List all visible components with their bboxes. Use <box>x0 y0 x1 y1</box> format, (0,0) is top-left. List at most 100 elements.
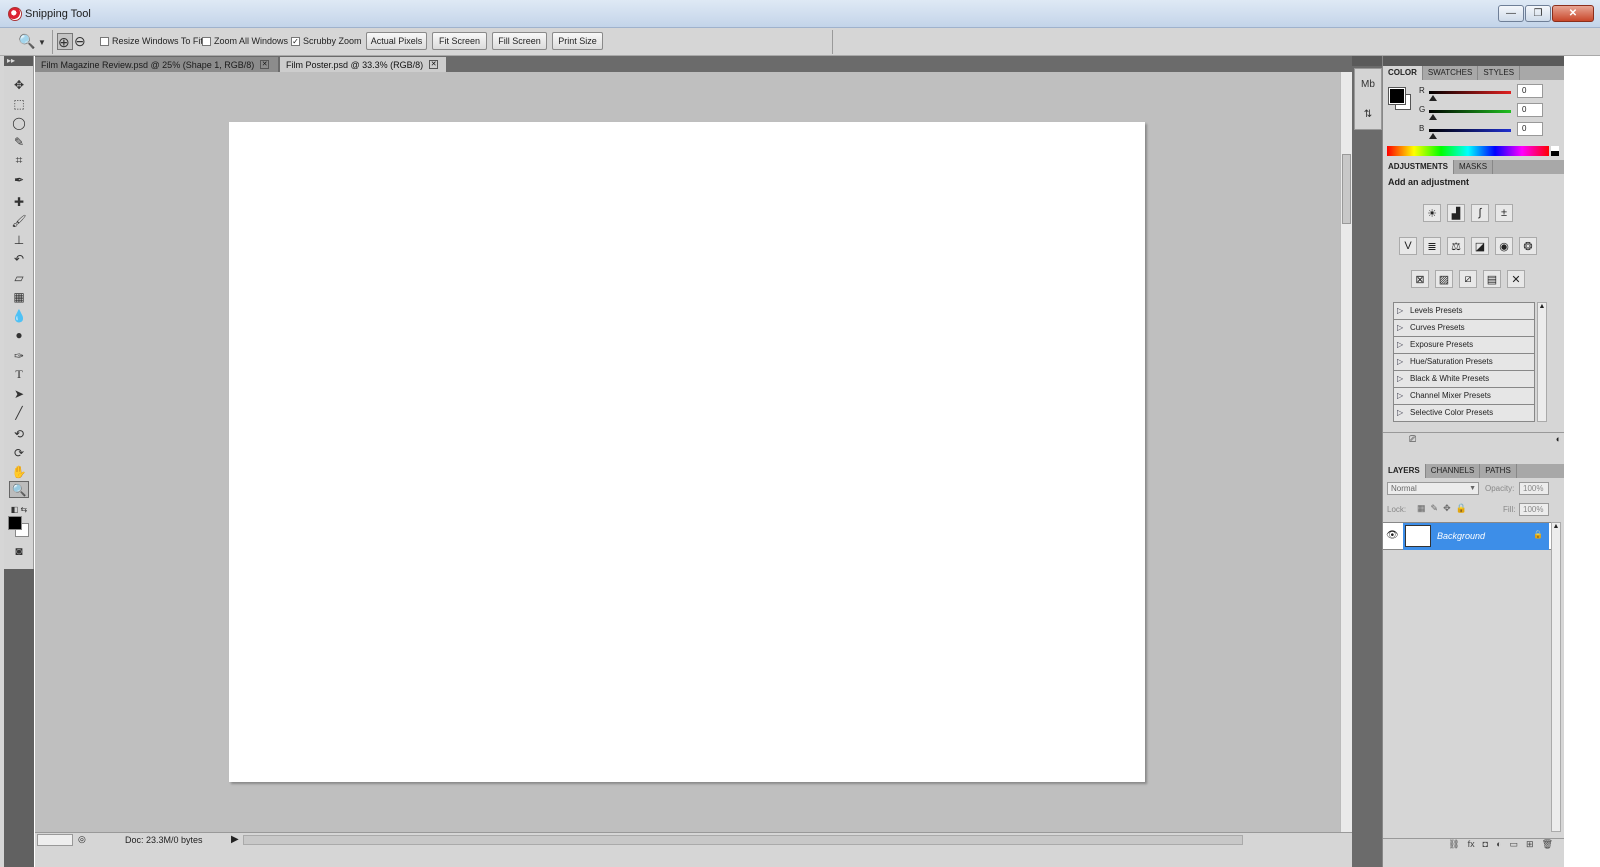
zoom-level-field[interactable] <box>37 834 73 846</box>
dodge-tool-icon[interactable]: ● <box>9 326 29 343</box>
slider-track[interactable] <box>1429 110 1511 113</box>
blur-tool-icon[interactable]: 💧 <box>9 307 29 324</box>
new-group-icon[interactable]: ▭ <box>1510 839 1519 852</box>
selective-color-icon[interactable]: ✕ <box>1507 270 1525 288</box>
link-layers-icon[interactable]: ⛓ <box>1448 839 1459 852</box>
quick-mask-icon[interactable]: ◙ <box>9 542 29 559</box>
exposure-icon[interactable]: ± <box>1495 204 1513 222</box>
vertical-scrollbar[interactable] <box>1340 72 1352 832</box>
visibility-eye-icon[interactable]: 👁 <box>1386 530 1399 541</box>
mini-bridge-icon[interactable]: Mb <box>1355 69 1381 99</box>
layers-scrollbar[interactable]: ▲ <box>1551 522 1561 832</box>
layer-row[interactable]: 👁 Background 🔒 <box>1383 522 1551 550</box>
print-size-button[interactable]: Print Size <box>552 32 603 50</box>
lock-transparency-icon[interactable]: ▦ <box>1417 503 1426 514</box>
channel-value[interactable]: 0 <box>1517 122 1543 136</box>
tab-film-poster[interactable]: Film Poster.psd @ 33.3% (RGB/8) ✕ <box>280 57 446 72</box>
status-menu-arrow-icon[interactable]: ▶ <box>231 834 239 845</box>
path-selection-tool-icon[interactable]: ➤ <box>9 385 29 402</box>
resize-windows-checkbox[interactable]: Resize Windows To Fit <box>100 36 203 46</box>
close-button[interactable]: ✕ <box>1552 5 1594 22</box>
brush-tool-icon[interactable]: 🖌 <box>9 212 29 229</box>
dock-header[interactable] <box>1352 56 1382 66</box>
layer-thumbnail[interactable] <box>1405 525 1431 547</box>
channel-value[interactable]: 0 <box>1517 84 1543 98</box>
levels-icon[interactable]: ▟ <box>1447 204 1465 222</box>
document-canvas[interactable] <box>229 122 1145 782</box>
checkbox-box[interactable] <box>100 36 109 46</box>
list-item[interactable]: Channel Mixer Presets <box>1394 388 1534 405</box>
healing-brush-tool-icon[interactable]: ✚ <box>9 193 29 210</box>
presets-scrollbar[interactable]: ▲ <box>1537 302 1547 422</box>
horizontal-scrollbar[interactable] <box>243 835 1243 845</box>
crop-tool-icon[interactable]: ⌗ <box>9 152 29 169</box>
zoom-in-icon[interactable]: ⊕ <box>57 33 73 50</box>
marquee-tool-icon[interactable]: ⬚ <box>9 95 29 112</box>
posterize-icon[interactable]: ▨ <box>1435 270 1453 288</box>
tab-adjustments[interactable]: ADJUSTMENTS <box>1383 160 1455 174</box>
tab-film-magazine-review[interactable]: Film Magazine Review.psd @ 25% (Shape 1,… <box>35 57 278 72</box>
black-white-ramp[interactable] <box>1551 146 1559 156</box>
tab-styles[interactable]: STYLES <box>1478 66 1521 80</box>
new-layer-icon[interactable]: ⊞ <box>1526 839 1534 852</box>
line-tool-icon[interactable]: ╱ <box>9 404 29 421</box>
vibrance-icon[interactable]: V <box>1399 237 1417 255</box>
list-item[interactable]: Hue/Saturation Presets <box>1394 354 1534 371</box>
list-item[interactable]: Levels Presets <box>1394 303 1534 320</box>
lock-all-icon[interactable]: 🔒 <box>1456 503 1467 514</box>
slider-knob[interactable] <box>1429 114 1437 120</box>
tab-layers[interactable]: LAYERS <box>1383 464 1426 478</box>
layer-style-icon[interactable]: fx <box>1468 839 1475 852</box>
color-spectrum[interactable] <box>1387 146 1549 156</box>
list-item[interactable]: Curves Presets <box>1394 320 1534 337</box>
slider-track[interactable] <box>1429 91 1511 94</box>
canvas-area[interactable] <box>35 72 1340 832</box>
blend-mode-select[interactable]: Normal ▼ <box>1387 482 1479 495</box>
clip-to-layer-icon[interactable]: ◐ <box>1556 434 1561 444</box>
lock-pixels-icon[interactable]: ✎ <box>1431 503 1439 514</box>
clone-stamp-tool-icon[interactable]: ⊥ <box>9 231 29 248</box>
tab-swatches[interactable]: SWATCHES <box>1423 66 1479 80</box>
tab-color[interactable]: COLOR <box>1383 66 1423 80</box>
tab-paths[interactable]: PATHS <box>1480 464 1517 478</box>
close-icon[interactable]: ✕ <box>429 60 439 69</box>
zoom-tool-preset-icon[interactable]: 🔍 <box>18 33 35 50</box>
delete-layer-icon[interactable]: 🗑 <box>1542 839 1553 852</box>
fill-field[interactable]: 100% <box>1519 503 1549 516</box>
brightness-contrast-icon[interactable]: ☀ <box>1423 204 1441 222</box>
return-to-list-icon[interactable]: ⎚ <box>1409 434 1416 445</box>
invert-icon[interactable]: ⊠ <box>1411 270 1429 288</box>
photo-filter-icon[interactable]: ◉ <box>1495 237 1513 255</box>
slider-knob[interactable] <box>1429 95 1437 101</box>
gradient-tool-icon[interactable]: ▦ <box>9 288 29 305</box>
slider-knob[interactable] <box>1429 133 1437 139</box>
channel-value[interactable]: 0 <box>1517 103 1543 117</box>
slider-track[interactable] <box>1429 129 1511 132</box>
new-adjustment-layer-icon[interactable]: ◐ <box>1496 839 1501 852</box>
eraser-tool-icon[interactable]: ▱ <box>9 269 29 286</box>
tools-panel-header[interactable]: ▸▸ <box>4 56 33 66</box>
checkbox-box[interactable] <box>202 36 211 46</box>
pen-tool-icon[interactable]: ✑ <box>9 347 29 364</box>
3d-orbit-tool-icon[interactable]: ⟳ <box>9 444 29 461</box>
opacity-field[interactable]: 100% <box>1519 482 1549 495</box>
add-mask-icon[interactable]: ◘ <box>1483 839 1488 852</box>
gradient-map-icon[interactable]: ▤ <box>1483 270 1501 288</box>
list-item[interactable]: Black & White Presets <box>1394 371 1534 388</box>
zoom-out-icon[interactable]: ⊖ <box>74 33 86 50</box>
hand-tool-icon[interactable]: ✋ <box>9 463 29 480</box>
chevron-down-icon[interactable]: ▼ <box>38 38 46 47</box>
fit-screen-button[interactable]: Fit Screen <box>432 32 487 50</box>
minimize-button[interactable]: — <box>1498 5 1524 22</box>
status-icon[interactable]: ◎ <box>78 834 86 845</box>
lasso-tool-icon[interactable]: ◯ <box>9 114 29 131</box>
history-brush-tool-icon[interactable]: ↶ <box>9 250 29 267</box>
foreground-color-swatch[interactable] <box>8 516 22 530</box>
type-tool-icon[interactable]: T <box>9 366 29 383</box>
list-item[interactable]: Exposure Presets <box>1394 337 1534 354</box>
foreground-color-swatch[interactable] <box>1388 87 1406 105</box>
history-icon[interactable]: ⇅ <box>1355 99 1381 129</box>
list-item[interactable]: Selective Color Presets <box>1394 405 1534 422</box>
3d-rotate-tool-icon[interactable]: ⟲ <box>9 425 29 442</box>
threshold-icon[interactable]: ⧄ <box>1459 270 1477 288</box>
